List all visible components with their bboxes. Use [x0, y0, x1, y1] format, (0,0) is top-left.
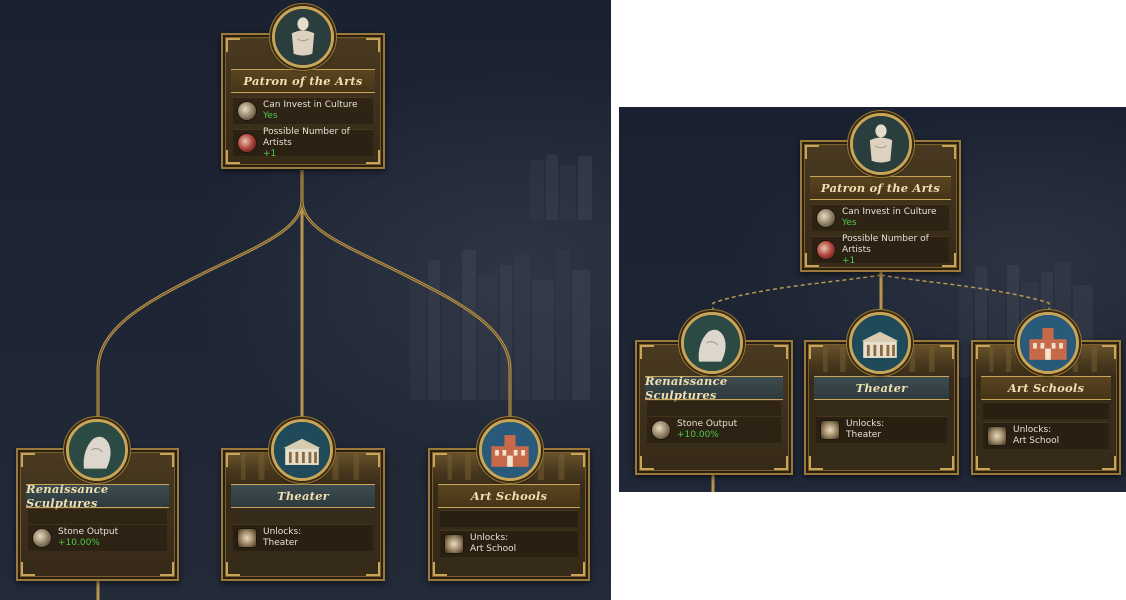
effect-row: Unlocks: Art School — [440, 530, 578, 557]
effect-label: Unlocks: — [846, 419, 885, 429]
coins-icon — [237, 101, 257, 121]
effect-value: +1 — [263, 148, 277, 159]
corner-ornament — [366, 38, 380, 52]
effect-row: Stone Output +10.00% — [647, 416, 781, 443]
effect-row: Stone Output +10.00% — [28, 524, 167, 551]
effect-value: Theater — [263, 538, 299, 548]
card-title: Patron of the Arts — [231, 69, 375, 93]
corner-ornament — [571, 453, 585, 467]
corner-ornament — [160, 453, 174, 467]
effect-row: Can Invest in Culture Yes — [233, 97, 373, 124]
right-screenshot-panel: Patron of the Arts Can Invest in Culture… — [619, 107, 1126, 492]
effect-value: Yes — [263, 111, 278, 121]
corner-ornament — [160, 562, 174, 576]
sculpture-icon — [66, 419, 128, 481]
corner-ornament — [976, 345, 990, 359]
sculpture-icon — [681, 312, 743, 374]
bookshelf-background-top — [520, 150, 611, 220]
art-school-icon — [479, 419, 541, 481]
artist-icon — [816, 240, 836, 260]
effect-label: Can Invest in Culture — [263, 100, 358, 110]
spacer-row — [440, 510, 578, 527]
corner-ornament — [433, 562, 447, 576]
corner-ornament — [226, 453, 240, 467]
effect-label: Can Invest in Culture — [842, 207, 937, 217]
card-title: Renaissance Sculptures — [26, 482, 169, 510]
corner-ornament — [1102, 345, 1116, 359]
effect-label: Unlocks: — [1013, 425, 1052, 435]
corner-ornament — [774, 456, 788, 470]
effect-row: Unlocks: Theater — [233, 524, 373, 551]
effect-value: Art School — [1013, 436, 1060, 446]
statue-icon — [272, 6, 334, 68]
effect-label: Possible Number of Artists — [842, 233, 929, 255]
building-icon — [444, 534, 464, 554]
effect-row: Can Invest in Culture Yes — [812, 204, 949, 231]
corner-ornament — [940, 456, 954, 470]
effect-value: Yes — [842, 218, 857, 228]
effect-row: Possible Number of Artists +1 — [233, 126, 373, 159]
effect-label: Unlocks: — [470, 533, 509, 543]
left-screenshot-panel: Patron of the Arts Can Invest in Culture… — [0, 0, 611, 600]
building-icon — [820, 420, 840, 440]
corner-ornament — [805, 145, 819, 159]
corner-ornament — [809, 456, 823, 470]
building-icon — [237, 528, 257, 548]
corner-ornament — [21, 453, 35, 467]
coins-icon — [816, 208, 836, 228]
building-icon — [987, 426, 1007, 446]
corner-ornament — [640, 345, 654, 359]
corner-ornament — [226, 38, 240, 52]
corner-ornament — [366, 562, 380, 576]
theater-icon — [271, 419, 333, 481]
effect-label: Stone Output — [677, 419, 738, 429]
card-title: Patron of the Arts — [810, 176, 951, 200]
corner-ornament — [226, 562, 240, 576]
effect-label: Possible Number of Artists — [263, 126, 350, 148]
corner-ornament — [1102, 456, 1116, 470]
bookshelf-background — [400, 230, 611, 400]
card-title: Art Schools — [981, 376, 1111, 400]
effect-row: Unlocks: Theater — [816, 416, 947, 443]
effect-label: Unlocks: — [263, 527, 302, 537]
statue-icon — [850, 113, 912, 175]
effect-value: +1 — [842, 255, 856, 266]
spacer-row — [647, 400, 781, 417]
corner-ornament — [21, 562, 35, 576]
effect-value: +10.00% — [58, 538, 100, 548]
art-school-icon — [1017, 312, 1079, 374]
card-title: Renaissance Sculptures — [645, 374, 783, 402]
card-title: Art Schools — [438, 484, 580, 508]
corner-ornament — [433, 453, 447, 467]
effect-label: Stone Output — [58, 527, 119, 537]
stone-icon — [651, 420, 671, 440]
spacer-row — [983, 402, 1109, 419]
effect-value: Theater — [846, 430, 882, 440]
effect-row: Possible Number of Artists +1 — [812, 233, 949, 266]
stone-icon — [32, 528, 52, 548]
effect-row: Unlocks: Art School — [983, 422, 1109, 449]
spacer-row — [28, 508, 167, 525]
corner-ornament — [942, 145, 956, 159]
corner-ornament — [571, 562, 585, 576]
theater-icon — [849, 312, 911, 374]
corner-ornament — [774, 345, 788, 359]
corner-ornament — [940, 345, 954, 359]
artist-icon — [237, 133, 257, 153]
corner-ornament — [976, 456, 990, 470]
corner-ornament — [366, 453, 380, 467]
effect-value: +10.00% — [677, 430, 719, 440]
card-title: Theater — [814, 376, 949, 400]
effect-value: Art School — [470, 544, 517, 554]
corner-ornament — [640, 456, 654, 470]
card-title: Theater — [231, 484, 375, 508]
corner-ornament — [809, 345, 823, 359]
